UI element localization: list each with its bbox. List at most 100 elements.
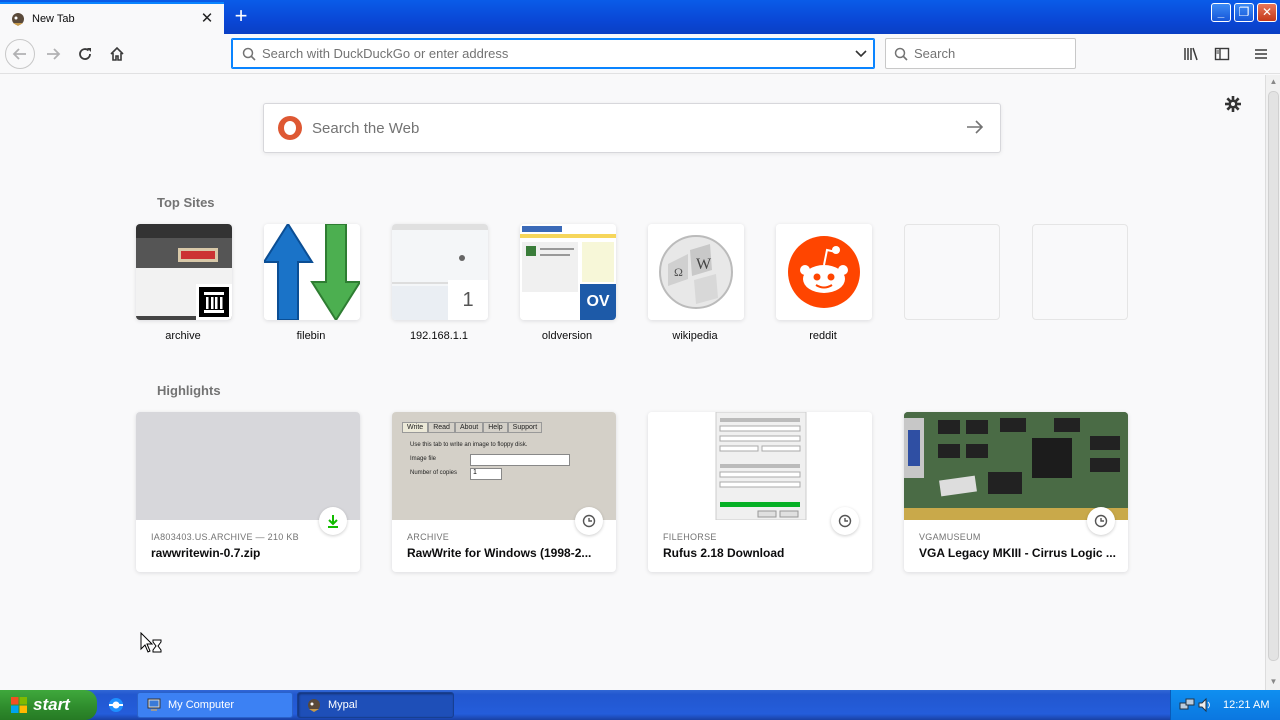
- web-search-input[interactable]: [312, 119, 950, 137]
- search-submit-arrow-icon[interactable]: [950, 117, 1000, 140]
- thumb-copies-label: Number of copies: [410, 470, 458, 476]
- close-window-button[interactable]: ✕: [1257, 3, 1277, 22]
- search-icon: [894, 47, 908, 61]
- task-label: Mypal: [328, 699, 358, 711]
- url-dropdown-button[interactable]: [848, 45, 874, 63]
- highlight-thumbnail: [136, 412, 360, 520]
- forward-button[interactable]: [38, 39, 68, 69]
- thumb-tab: About: [454, 422, 484, 433]
- highlight-title: VGA Legacy MKIII - Cirrus Logic ...: [919, 546, 1116, 560]
- system-tray: 12:21 AM: [1170, 690, 1280, 720]
- reload-icon: [79, 48, 91, 60]
- internet-explorer-icon[interactable]: [106, 695, 126, 715]
- scrollbar[interactable]: ▲ ▼: [1265, 75, 1280, 690]
- highlight-card-rawwrite[interactable]: Write Read About Help Support Use this t…: [392, 412, 616, 572]
- highlight-source: IA803403.US.ARCHIVE — 210 KB: [151, 532, 299, 542]
- highlights-heading: Highlights: [157, 383, 221, 398]
- home-icon: [110, 46, 124, 61]
- forward-arrow-icon: [47, 48, 61, 60]
- highlight-card-vga[interactable]: VGAMUSEUM VGA Legacy MKIII - Cirrus Logi…: [904, 412, 1128, 572]
- network-icon[interactable]: [1179, 697, 1195, 713]
- highlight-title: rawwritewin-0.7.zip: [151, 546, 261, 560]
- oldversion-badge: OV: [580, 284, 616, 320]
- start-label: start: [33, 695, 70, 714]
- start-button[interactable]: start: [0, 690, 97, 720]
- my-computer-icon: [147, 698, 161, 711]
- mypal-icon: [308, 699, 320, 712]
- highlight-thumbnail: Write Read About Help Support Use this t…: [392, 412, 616, 520]
- web-search-box[interactable]: [263, 103, 1001, 153]
- tab-title: New Tab: [32, 13, 75, 25]
- tab-close-icon[interactable]: ✕: [198, 10, 216, 28]
- top-site-oldversion[interactable]: OV: [520, 224, 616, 320]
- top-site-filebin[interactable]: [264, 224, 360, 320]
- volume-icon[interactable]: [1197, 697, 1213, 713]
- top-site-archive[interactable]: [136, 224, 232, 320]
- svg-text:W: W: [696, 256, 712, 273]
- search-input[interactable]: [914, 46, 1075, 61]
- task-label: My Computer: [168, 699, 235, 711]
- highlight-source: FILEHORSE: [663, 532, 717, 542]
- clock-icon: [831, 507, 859, 535]
- scroll-up-icon[interactable]: ▲: [1268, 77, 1279, 88]
- library-icon: [1184, 47, 1198, 61]
- gear-icon: [1225, 96, 1241, 112]
- top-site-label: filebin: [296, 330, 326, 342]
- reload-button[interactable]: [70, 39, 100, 69]
- windows-flag-icon: [11, 697, 27, 713]
- archive-building-icon: [196, 284, 232, 320]
- top-site-wikipedia[interactable]: W Ω: [648, 224, 744, 320]
- search-icon: [242, 47, 256, 61]
- reddit-alien-icon: [776, 224, 872, 320]
- highlight-card-rufus[interactable]: FILEHORSE Rufus 2.18 Download: [648, 412, 872, 572]
- back-arrow-icon: [12, 48, 26, 60]
- thumb-tab: Support: [507, 422, 543, 433]
- task-mypal[interactable]: Mypal: [297, 692, 454, 718]
- thumb-tab: Write: [402, 422, 429, 433]
- top-site-reddit[interactable]: [776, 224, 872, 320]
- highlight-card-rawwritewin[interactable]: IA803403.US.ARCHIVE — 210 KB rawwritewin…: [136, 412, 360, 572]
- mypal-favicon-icon: [12, 13, 24, 26]
- top-site-empty-slot[interactable]: [1032, 224, 1128, 320]
- top-site-empty-slot[interactable]: [904, 224, 1000, 320]
- task-my-computer[interactable]: My Computer: [137, 692, 293, 718]
- highlight-thumbnail: [648, 412, 872, 520]
- top-site-label: reddit: [809, 330, 837, 342]
- settings-gear-icon[interactable]: [1223, 94, 1243, 114]
- restore-button[interactable]: ❐: [1234, 3, 1254, 22]
- top-sites-heading: Top Sites: [157, 195, 215, 210]
- top-site-label: 192.168.1.1: [409, 330, 469, 342]
- highlight-source: VGAMUSEUM: [919, 532, 981, 542]
- thumb-image-file-label: Image file: [410, 456, 437, 462]
- download-icon: [319, 507, 347, 535]
- tab-new-tab[interactable]: New Tab ✕: [0, 2, 224, 34]
- library-button[interactable]: [1176, 39, 1206, 69]
- back-button[interactable]: [5, 39, 35, 69]
- highlight-title: Rufus 2.18 Download: [663, 546, 785, 560]
- new-tab-button[interactable]: +: [228, 4, 254, 30]
- svg-text:Ω: Ω: [674, 265, 683, 279]
- sidebar-icon: [1214, 47, 1230, 61]
- search-bar[interactable]: [885, 38, 1076, 69]
- top-site-label: wikipedia: [672, 330, 718, 342]
- clock: 12:21 AM: [1223, 699, 1270, 711]
- url-input[interactable]: [262, 46, 848, 61]
- thumb-image-file-field: [470, 454, 570, 466]
- tab-strip: New Tab ✕ + _ ❐ ✕: [0, 0, 1280, 34]
- sidebar-button[interactable]: [1207, 39, 1237, 69]
- scrollbar-thumb[interactable]: [1268, 91, 1279, 661]
- highlight-thumbnail: [904, 412, 1128, 520]
- navigation-toolbar: [0, 34, 1280, 74]
- clock-icon: [575, 507, 603, 535]
- home-button[interactable]: [102, 39, 132, 69]
- menu-button[interactable]: [1246, 39, 1276, 69]
- top-site-192-168-1-1[interactable]: 1: [392, 224, 488, 320]
- wikipedia-globe-icon: W Ω: [648, 224, 744, 320]
- minimize-button[interactable]: _: [1211, 3, 1231, 22]
- router-badge: 1: [448, 280, 488, 320]
- scroll-down-icon[interactable]: ▼: [1268, 677, 1279, 688]
- url-bar[interactable]: [231, 38, 875, 69]
- highlight-title: RawWrite for Windows (1998-2...: [407, 546, 592, 560]
- highlight-source: ARCHIVE: [407, 532, 450, 542]
- busy-cursor-icon: [140, 632, 162, 653]
